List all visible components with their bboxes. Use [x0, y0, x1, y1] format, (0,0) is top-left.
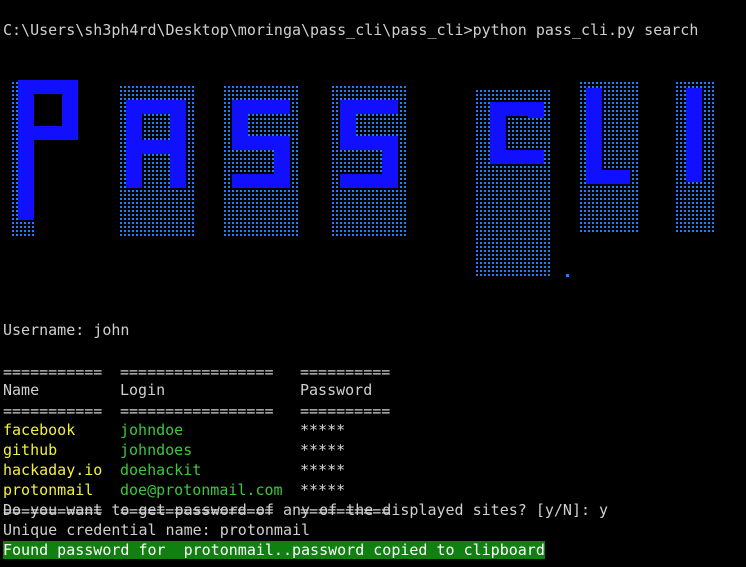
- found-message-line: Found password for protonmail..password …: [3, 540, 545, 560]
- banner-letter-p: [10, 80, 78, 238]
- row-password: *****: [300, 461, 346, 479]
- banner-letter-s1: [222, 86, 298, 236]
- banner-letter-c: [476, 88, 552, 278]
- row-login: johndoes: [120, 441, 193, 459]
- confirm-question: Do you want to get password of any of th…: [3, 501, 609, 519]
- separator-header: =========== ================= ==========: [3, 402, 391, 420]
- banner-letter-l: [578, 82, 638, 232]
- credential-name-prompt: Unique credential name: protonmail: [3, 521, 311, 539]
- banner-letter-a: [118, 86, 194, 236]
- command-prompt-line: C:\Users\sh3ph4rd\Desktop\moringa\pass_c…: [3, 21, 699, 39]
- table-row: github johndoes *****: [3, 420, 345, 459]
- pass-cli-ascii-banner: [10, 80, 716, 278]
- found-message: Found password for protonmail..password …: [3, 541, 545, 559]
- table-row: hackaday.io doehackit *****: [3, 440, 345, 479]
- row-login: doe@protonmail.com: [120, 481, 283, 499]
- table-row: facebook johndoe *****: [3, 400, 345, 439]
- username-line: Username: john: [3, 321, 130, 339]
- banner-letter-s2: [330, 86, 406, 236]
- separator-bottom: =========== ================= ==========: [3, 502, 391, 520]
- separator-top: =========== ================= ==========: [3, 363, 391, 381]
- banner-letter-i: [676, 82, 716, 232]
- row-password: *****: [300, 441, 346, 459]
- table-header: Name Login Password: [3, 360, 372, 399]
- row-password: *****: [300, 421, 346, 439]
- row-password: *****: [300, 481, 346, 499]
- table-row: protonmail doe@protonmail.com *****: [3, 460, 345, 499]
- column-header-password: Password: [300, 381, 373, 399]
- row-login: doehackit: [120, 461, 202, 479]
- row-login: johndoe: [120, 421, 184, 439]
- column-header-login: Login: [120, 381, 166, 399]
